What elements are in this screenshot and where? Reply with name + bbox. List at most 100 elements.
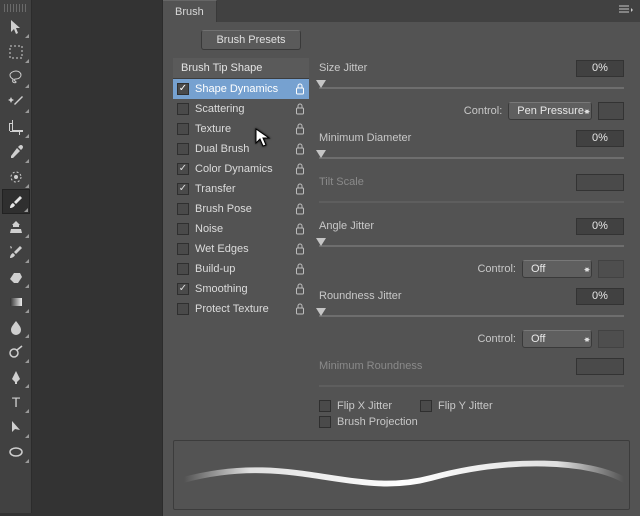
checkbox[interactable] (177, 223, 189, 235)
tool-path-select[interactable] (2, 414, 30, 439)
brush-option-texture[interactable]: Texture (173, 119, 309, 139)
option-label: Smoothing (195, 283, 248, 295)
brush-options-list: Brush Tip Shape Shape Dynamics Scattering… (173, 58, 309, 428)
option-label: Protect Texture (195, 303, 269, 315)
brush-option-noise[interactable]: Noise (173, 219, 309, 239)
brush-tip-shape-header[interactable]: Brush Tip Shape (173, 58, 309, 79)
option-label: Color Dynamics (195, 163, 273, 175)
brush-projection-checkbox[interactable]: Brush Projection (319, 416, 624, 428)
tool-crop[interactable] (2, 114, 30, 139)
tools-panel: T (0, 0, 32, 513)
lock-icon[interactable] (295, 123, 305, 135)
brush-option-smoothing[interactable]: Smoothing (173, 279, 309, 299)
size-control-dropdown[interactable]: Pen Pressure◂▸ (508, 102, 592, 120)
option-label: Shape Dynamics (195, 83, 278, 95)
lock-icon[interactable] (295, 183, 305, 195)
checkbox[interactable] (177, 303, 189, 315)
angle-control-dropdown[interactable]: Off◂▸ (522, 260, 592, 278)
angle-control-extra (598, 260, 624, 278)
lock-icon[interactable] (295, 163, 305, 175)
svg-text:T: T (11, 394, 20, 410)
option-label: Wet Edges (195, 243, 249, 255)
size-jitter-slider[interactable] (319, 80, 624, 94)
checkbox[interactable] (177, 123, 189, 135)
brush-option-protect-texture[interactable]: Protect Texture (173, 299, 309, 319)
tool-blur[interactable] (2, 314, 30, 339)
tool-eraser[interactable] (2, 264, 30, 289)
min-roundness-value (576, 358, 624, 375)
brush-option-scattering[interactable]: Scattering (173, 99, 309, 119)
tool-shape[interactable] (2, 439, 30, 464)
tool-dodge[interactable] (2, 339, 30, 364)
option-label: Dual Brush (195, 143, 249, 155)
roundness-jitter-label: Roundness Jitter (319, 290, 402, 302)
roundness-jitter-value[interactable]: 0% (576, 288, 624, 305)
checkbox[interactable] (177, 243, 189, 255)
lock-icon[interactable] (295, 243, 305, 255)
roundness-control-label: Control: (477, 333, 516, 345)
option-label: Brush Pose (195, 203, 252, 215)
checkbox[interactable] (177, 163, 189, 175)
checkbox[interactable] (177, 83, 189, 95)
angle-jitter-value[interactable]: 0% (576, 218, 624, 235)
lock-icon[interactable] (295, 223, 305, 235)
tool-rect-marquee[interactable] (2, 39, 30, 64)
checkbox[interactable] (177, 283, 189, 295)
shape-dynamics-settings: Size Jitter0% Control:Pen Pressure◂▸ Min… (319, 58, 630, 428)
option-label: Scattering (195, 103, 245, 115)
tool-history-brush[interactable] (2, 239, 30, 264)
brush-option-build-up[interactable]: Build-up (173, 259, 309, 279)
checkbox[interactable] (177, 183, 189, 195)
option-label: Noise (195, 223, 223, 235)
checkbox[interactable] (177, 103, 189, 115)
roundness-jitter-slider[interactable] (319, 308, 624, 322)
roundness-control-dropdown[interactable]: Off◂▸ (522, 330, 592, 348)
lock-icon[interactable] (295, 203, 305, 215)
brush-option-shape-dynamics[interactable]: Shape Dynamics (173, 79, 309, 99)
tool-type[interactable]: T (2, 389, 30, 414)
tool-eyedropper[interactable] (2, 139, 30, 164)
tool-spot-heal[interactable] (2, 164, 30, 189)
brush-presets-button[interactable]: Brush Presets (201, 30, 301, 50)
checkbox[interactable] (177, 203, 189, 215)
tilt-scale-slider (319, 194, 624, 208)
flip-x-jitter-checkbox[interactable]: Flip X Jitter (319, 400, 392, 412)
tool-gradient[interactable] (2, 289, 30, 314)
lock-icon[interactable] (295, 83, 305, 95)
brush-option-color-dynamics[interactable]: Color Dynamics (173, 159, 309, 179)
min-diameter-label: Minimum Diameter (319, 132, 411, 144)
brush-option-brush-pose[interactable]: Brush Pose (173, 199, 309, 219)
brush-option-dual-brush[interactable]: Dual Brush (173, 139, 309, 159)
angle-jitter-slider[interactable] (319, 238, 624, 252)
tab-label: Brush (175, 6, 204, 18)
min-diameter-value[interactable]: 0% (576, 130, 624, 147)
flip-y-jitter-checkbox[interactable]: Flip Y Jitter (420, 400, 493, 412)
min-roundness-label: Minimum Roundness (319, 360, 422, 372)
brush-option-wet-edges[interactable]: Wet Edges (173, 239, 309, 259)
brush-option-transfer[interactable]: Transfer (173, 179, 309, 199)
min-roundness-slider (319, 378, 624, 392)
min-diameter-slider[interactable] (319, 150, 624, 164)
lock-icon[interactable] (295, 283, 305, 295)
tool-brush[interactable] (2, 189, 30, 214)
checkbox[interactable] (177, 143, 189, 155)
option-label: Texture (195, 123, 231, 135)
lock-icon[interactable] (295, 143, 305, 155)
brush-stroke-preview (173, 440, 630, 510)
size-jitter-value[interactable]: 0% (576, 60, 624, 77)
tool-clone-stamp[interactable] (2, 214, 30, 239)
tab-brush[interactable]: Brush (163, 0, 217, 22)
tool-move[interactable] (2, 14, 30, 39)
panel-menu-icon[interactable] (618, 5, 634, 18)
option-label: Transfer (195, 183, 236, 195)
size-control-extra[interactable] (598, 102, 624, 120)
angle-jitter-label: Angle Jitter (319, 220, 374, 232)
checkbox[interactable] (177, 263, 189, 275)
lock-icon[interactable] (295, 303, 305, 315)
tool-magic-wand[interactable] (2, 89, 30, 114)
lock-icon[interactable] (295, 103, 305, 115)
lock-icon[interactable] (295, 263, 305, 275)
tool-pen[interactable] (2, 364, 30, 389)
angle-control-label: Control: (477, 263, 516, 275)
tool-lasso[interactable] (2, 64, 30, 89)
